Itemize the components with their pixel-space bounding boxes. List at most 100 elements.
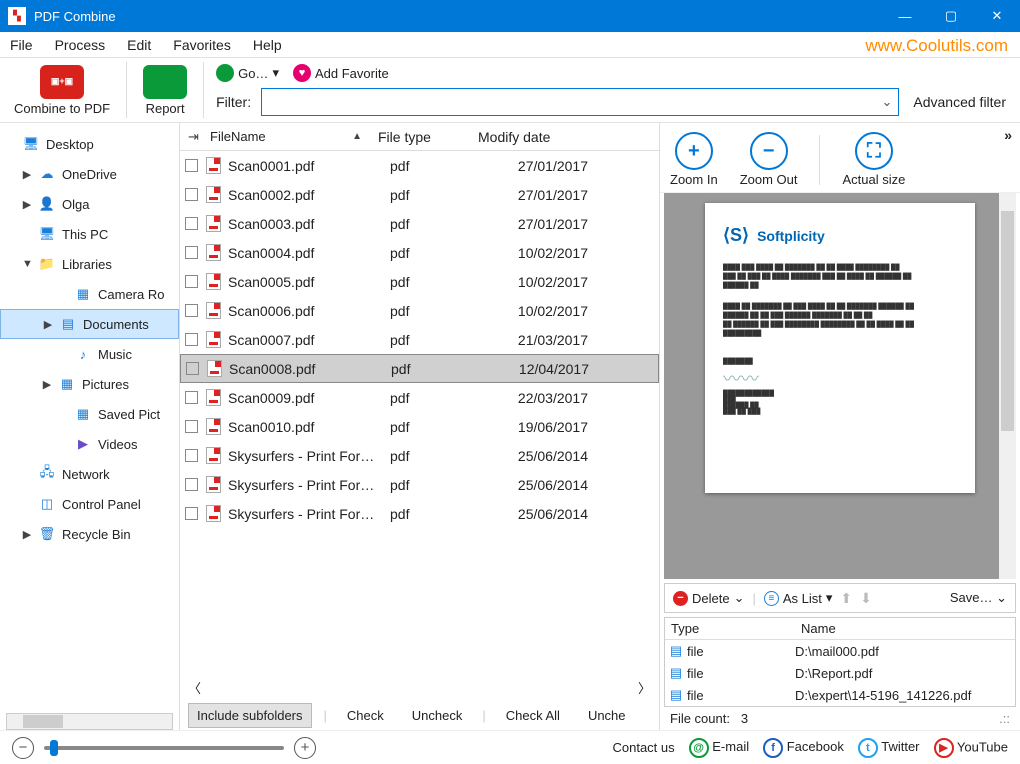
maximize-button[interactable]: ▢	[928, 0, 974, 32]
tree-item[interactable]: ▼📁Libraries	[0, 249, 179, 279]
row-checkbox[interactable]	[180, 188, 202, 201]
menu-process[interactable]: Process	[55, 37, 106, 53]
zoom-slider-in-button[interactable]: +	[294, 737, 316, 759]
filter-input[interactable]: ⌄	[261, 88, 899, 116]
check-button[interactable]: Check	[339, 704, 392, 727]
youtube-link[interactable]: ▶ YouTube	[934, 738, 1008, 758]
file-row[interactable]: Scan0006.pdfpdf10/02/2017	[180, 296, 659, 325]
tree-item[interactable]: ▶▤Documents	[0, 309, 179, 339]
file-name: Scan0007.pdf	[224, 332, 390, 348]
row-checkbox[interactable]	[180, 217, 202, 230]
file-row[interactable]: Skysurfers - Print For…pdf25/06/2014	[180, 441, 659, 470]
col-type[interactable]: Type	[665, 621, 795, 636]
tree-item[interactable]: ◫Control Panel	[0, 489, 179, 519]
as-list-button[interactable]: ≡As List▾	[764, 590, 833, 606]
row-checkbox[interactable]	[180, 391, 202, 404]
file-type: pdf	[390, 332, 490, 348]
file-row[interactable]: Scan0001.pdfpdf27/01/2017	[180, 151, 659, 180]
zoom-slider[interactable]	[44, 746, 284, 750]
move-down-button[interactable]: ⬇	[860, 590, 872, 607]
add-favorite-button[interactable]: ♥Add Favorite	[293, 64, 389, 82]
email-link[interactable]: @ E-mail	[689, 738, 749, 758]
menu-edit[interactable]: Edit	[127, 37, 151, 53]
zoom-in-button[interactable]: +Zoom In	[670, 132, 718, 187]
file-row[interactable]: Scan0005.pdfpdf10/02/2017	[180, 267, 659, 296]
output-row[interactable]: ▤fileD:\expert\14-5196_141226.pdf	[665, 684, 1015, 706]
file-row[interactable]: Scan0009.pdfpdf22/03/2017	[180, 383, 659, 412]
tree-item[interactable]: ▶👤Olga	[0, 189, 179, 219]
tree-item[interactable]: ▶☁OneDrive	[0, 159, 179, 189]
brand-link[interactable]: www.Coolutils.com	[865, 36, 1008, 56]
preview-viewport[interactable]: ⟨S⟩Softplicity ████ ███ ████ ██ ███████ …	[664, 193, 1016, 579]
tree-item[interactable]: 🖥Desktop	[0, 129, 179, 159]
tree-hscrollbar[interactable]	[6, 713, 173, 730]
file-row[interactable]: Skysurfers - Print For…pdf25/06/2014	[180, 499, 659, 528]
file-name: Skysurfers - Print For…	[224, 448, 390, 464]
row-checkbox[interactable]	[180, 420, 202, 433]
output-name: D:\Report.pdf	[795, 666, 1015, 681]
row-checkbox[interactable]	[180, 275, 202, 288]
row-checkbox[interactable]	[180, 246, 202, 259]
include-subfolders-button[interactable]: Include subfolders	[188, 703, 312, 728]
tree-item[interactable]: ♪Music	[0, 339, 179, 369]
pdf-file-icon	[202, 186, 224, 203]
row-checkbox[interactable]	[180, 449, 202, 462]
caret-icon: ▼	[22, 258, 32, 270]
file-row[interactable]: Scan0003.pdfpdf27/01/2017	[180, 209, 659, 238]
menu-file[interactable]: File	[10, 37, 33, 53]
tree-item[interactable]: ▦Camera Ro	[0, 279, 179, 309]
advanced-filter-button[interactable]: Advanced filter	[909, 94, 1010, 110]
twitter-link[interactable]: t Twitter	[858, 738, 920, 758]
zoom-slider-out-button[interactable]: −	[12, 737, 34, 759]
tree-item[interactable]: 🖧Network	[0, 459, 179, 489]
actual-size-button[interactable]: ⛶Actual size	[842, 132, 905, 187]
tree-item[interactable]: 🖥This PC	[0, 219, 179, 249]
report-button[interactable]: ▦ Report	[139, 63, 191, 118]
close-button[interactable]: ✕	[974, 0, 1020, 32]
uncheck-button[interactable]: Uncheck	[404, 704, 471, 727]
tree-item[interactable]: ▶▦Pictures	[0, 369, 179, 399]
file-row[interactable]: Scan0008.pdfpdf12/04/2017	[180, 354, 659, 383]
tree-item[interactable]: ▶Videos	[0, 429, 179, 459]
output-list-toolbar: −Delete ⌄ | ≡As List▾ ⬆ ⬇ Save… ⌄	[664, 583, 1016, 613]
move-up-button[interactable]: ⬆	[840, 590, 852, 607]
row-checkbox[interactable]	[180, 304, 202, 317]
check-all-button[interactable]: Check All	[498, 704, 568, 727]
row-checkbox[interactable]	[180, 333, 202, 346]
row-checkbox[interactable]	[181, 362, 203, 375]
file-row[interactable]: Scan0010.pdfpdf19/06/2017	[180, 412, 659, 441]
row-checkbox[interactable]	[180, 478, 202, 491]
combine-to-pdf-button[interactable]: ▣+▣ Combine to PDF	[10, 63, 114, 118]
preview-vscrollbar[interactable]	[999, 193, 1016, 579]
file-date: 27/01/2017	[490, 216, 600, 232]
save-button[interactable]: Save… ⌄	[950, 590, 1007, 606]
col-name[interactable]: Name	[795, 621, 1015, 636]
facebook-link[interactable]: f Facebook	[763, 738, 844, 758]
file-row[interactable]: Skysurfers - Print For…pdf25/06/2014	[180, 470, 659, 499]
file-row[interactable]: Scan0002.pdfpdf27/01/2017	[180, 180, 659, 209]
resize-grip-icon[interactable]: .::	[999, 711, 1010, 726]
output-row[interactable]: ▤fileD:\mail000.pdf	[665, 640, 1015, 662]
col-modifydate[interactable]: Modify date	[470, 129, 580, 145]
menu-help[interactable]: Help	[253, 37, 282, 53]
tree-item[interactable]: ▶🗑Recycle Bin	[0, 519, 179, 549]
row-checkbox[interactable]	[180, 159, 202, 172]
file-date: 21/03/2017	[490, 332, 600, 348]
delete-button[interactable]: −Delete ⌄	[673, 590, 744, 606]
goto-button[interactable]: ➜Go… ▾	[216, 64, 279, 82]
row-checkbox[interactable]	[180, 507, 202, 520]
uncheck-all-button[interactable]: Unche	[580, 704, 634, 727]
file-row[interactable]: Scan0007.pdfpdf21/03/2017	[180, 325, 659, 354]
contact-us-link[interactable]: Contact us	[612, 740, 674, 755]
file-hscrollbar[interactable]: 〈〉	[188, 679, 651, 696]
col-filename[interactable]: FileName▲	[202, 129, 370, 144]
pin-icon[interactable]: ⇥	[188, 129, 199, 145]
output-row[interactable]: ▤fileD:\Report.pdf	[665, 662, 1015, 684]
file-row[interactable]: Scan0004.pdfpdf10/02/2017	[180, 238, 659, 267]
tree-item[interactable]: ▦Saved Pict	[0, 399, 179, 429]
minimize-button[interactable]: —	[882, 0, 928, 32]
overflow-button[interactable]: »	[1004, 127, 1012, 143]
zoom-out-button[interactable]: −Zoom Out	[740, 132, 798, 187]
col-filetype[interactable]: File type	[370, 129, 470, 145]
menu-favorites[interactable]: Favorites	[173, 37, 231, 53]
